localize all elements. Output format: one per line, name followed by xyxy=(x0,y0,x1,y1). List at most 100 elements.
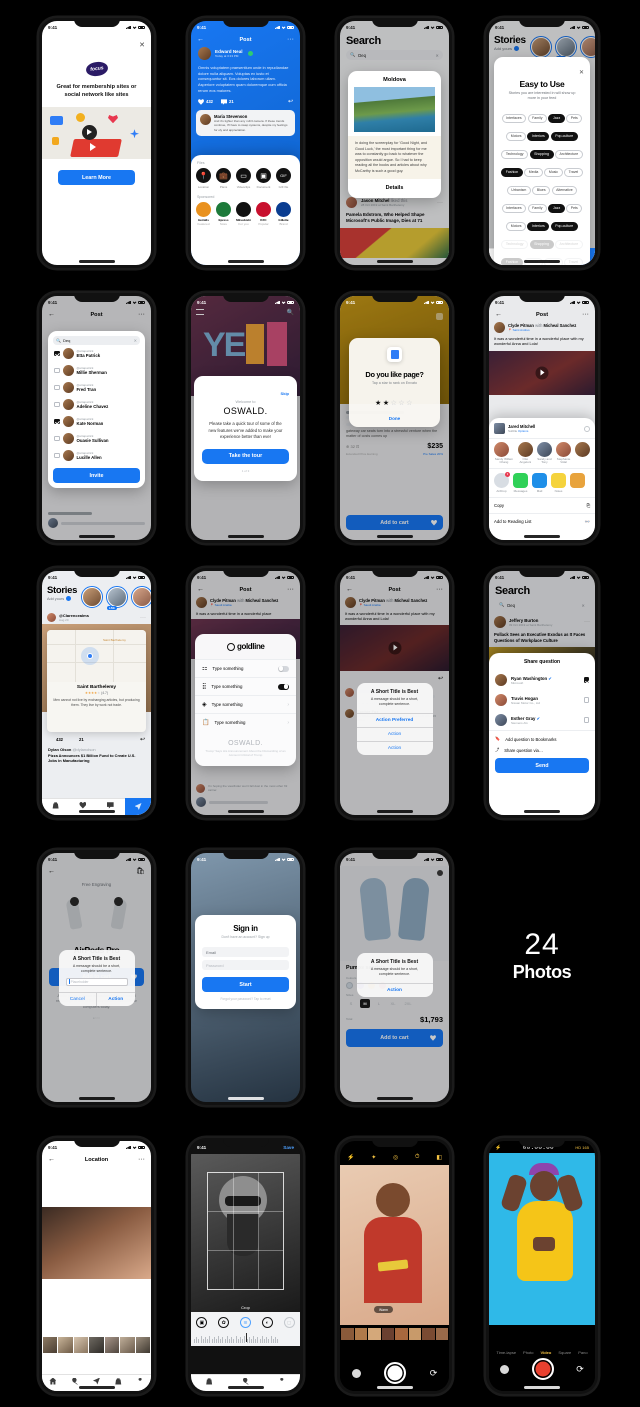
learn-more-button[interactable]: Learn More xyxy=(58,170,135,186)
interest-tag[interactable]: Architecture xyxy=(554,239,583,249)
invite-checkbox[interactable] xyxy=(54,435,60,442)
interest-tag[interactable]: Interiors xyxy=(527,221,550,231)
flash-icon[interactable]: ⚡ xyxy=(495,1145,501,1151)
screen-signin[interactable]: 9:41 here Lilly Sara Clarence Esther Roc… xyxy=(188,850,303,1105)
shutter-button[interactable] xyxy=(384,1362,407,1384)
settings-row[interactable]: ⚏ Type something xyxy=(195,659,296,677)
screen-location-feed[interactable]: 9:41 ← Location ··· xyxy=(39,1138,154,1394)
app-more[interactable] xyxy=(570,472,585,493)
close-icon[interactable]: ✕ xyxy=(139,42,145,49)
app-messages[interactable]: Messages xyxy=(513,472,528,493)
alert-action-2[interactable]: Action xyxy=(356,726,433,741)
interest-tag[interactable]: Travel xyxy=(564,257,583,265)
interest-tag[interactable]: Travel xyxy=(564,167,583,177)
ios-alert[interactable]: A Short Title is Best A message should b… xyxy=(356,683,433,755)
interests-modal[interactable]: ✕ Easy to Use Stories you are interested… xyxy=(494,57,590,265)
tab-home[interactable] xyxy=(49,1377,57,1385)
interest-tag[interactable]: Fashion xyxy=(501,257,523,265)
interest-tag[interactable]: Fashion xyxy=(501,167,523,177)
alert-action-3[interactable]: Action xyxy=(356,740,433,755)
settings-row[interactable]: ⣿ Type something xyxy=(195,677,296,695)
invite-row[interactable]: @ettapatrick Kate Norman xyxy=(53,413,140,430)
interest-tag[interactable]: Interfaces xyxy=(501,203,527,213)
contact[interactable] xyxy=(575,442,590,465)
interest-tag[interactable]: Pop-culture xyxy=(550,131,578,141)
recipient-checkbox[interactable] xyxy=(583,717,589,723)
attachment-videoclips[interactable]: ▭ Videoclips xyxy=(236,168,251,189)
adjust-icon[interactable]: ≋ xyxy=(239,1317,251,1328)
interest-tag[interactable]: Motors xyxy=(506,131,527,141)
share-contacts[interactable]: Sandy Willam Chang Otto Angeloni Sandy a… xyxy=(489,438,595,468)
screen-membership-promo[interactable]: 9:41 ✕ focus Great for membership sites … xyxy=(39,18,154,268)
interest-tag[interactable]: Jazz xyxy=(548,113,565,123)
filter-icon[interactable]: ✿ xyxy=(218,1317,230,1328)
like-button[interactable]: 432 xyxy=(198,99,213,105)
brand-gillette[interactable]: Gillette Brand xyxy=(276,201,291,226)
tab-profile[interactable] xyxy=(280,1377,284,1381)
viewfinder[interactable]: Warm xyxy=(340,1165,449,1325)
settings-rows[interactable]: ⚏ Type something ⣿ Type something ◈ Type some… xyxy=(195,659,296,731)
screen-rate-page[interactable]: 9:41 gateway car seats turn into a stres… xyxy=(337,293,452,543)
comment-button[interactable]: 21 xyxy=(221,99,234,105)
send-button[interactable]: Send xyxy=(495,758,589,773)
ios-alert-with-field[interactable]: A Short Title is Best A message should b… xyxy=(58,950,135,1006)
option-share-via[interactable]: ⤴ Share question via… xyxy=(489,747,595,758)
take-tour-button[interactable]: Take the tour xyxy=(202,448,289,464)
tab-profile[interactable] xyxy=(138,1377,142,1381)
share-options-link[interactable]: Options xyxy=(518,429,528,433)
app-airdrop[interactable]: 3 AirDrop xyxy=(494,471,510,493)
slider-marker[interactable] xyxy=(245,1333,247,1342)
attachment-gif[interactable]: GIF GIF file xyxy=(276,168,291,189)
interest-tag[interactable]: Pop-culture xyxy=(550,221,578,231)
brand-mitsubishi[interactable]: Mitsubishi For you xyxy=(236,201,251,226)
action-copy[interactable]: Copy ⎘ xyxy=(489,496,595,513)
post-media[interactable] xyxy=(489,350,595,395)
chevron-right-icon[interactable]: › xyxy=(287,702,289,708)
alert-action-preferred[interactable]: Action Preferred xyxy=(356,712,433,727)
crop-icon[interactable]: ▣ xyxy=(196,1317,208,1328)
back-icon[interactable]: ← xyxy=(495,311,502,318)
hdr-icon[interactable]: ✦ xyxy=(371,1154,376,1161)
star-4[interactable]: ☆ xyxy=(398,400,406,407)
password-field[interactable]: Password xyxy=(202,960,289,970)
flash-icon[interactable]: ⚡ xyxy=(347,1154,354,1161)
alert-cancel-button[interactable]: Cancel xyxy=(59,993,97,1006)
map-card[interactable]: Saint Barthelemy Saint Barthelemy ★★★★★ … xyxy=(47,630,146,732)
live-icon[interactable]: ◎ xyxy=(393,1154,398,1161)
clear-icon[interactable]: ✕ xyxy=(134,338,137,343)
slider-ruler[interactable] xyxy=(191,1333,300,1343)
like-button[interactable]: 432 xyxy=(48,737,63,743)
more-icon[interactable]: ··· xyxy=(287,36,294,43)
screen-stories-interests[interactable]: 9:41 Stories Add yours LIVE ✕ Easy to Us… xyxy=(486,18,598,268)
tab-shop[interactable] xyxy=(115,1378,122,1385)
interest-tag[interactable]: Interiors xyxy=(527,131,550,141)
skip-button[interactable]: Skip xyxy=(281,391,289,396)
crop-frame[interactable] xyxy=(207,1172,284,1290)
interest-tag[interactable]: Architecture xyxy=(554,149,583,159)
alert-text-field[interactable]: Placeholder xyxy=(65,977,128,986)
screen-shoes[interactable]: 9:41 Pumps sandals Colours Sizes S M L X… xyxy=(337,850,452,1105)
place-card[interactable]: Moldova In doing the screenplay for 'Goo… xyxy=(348,71,441,199)
story-avatar[interactable] xyxy=(81,586,104,608)
interest-tag[interactable]: Jazz xyxy=(548,203,565,213)
app-notes[interactable]: Notes xyxy=(551,472,566,493)
tab-search[interactable] xyxy=(242,1377,249,1385)
recipient-row[interactable]: Travis Hogan Nissan Motor Co., Ltd xyxy=(489,690,595,710)
tab-shop[interactable] xyxy=(206,1378,213,1385)
camera-modes[interactable]: Time-lapse Photo Video Square Pano xyxy=(489,1347,595,1355)
filter-icon[interactable]: ◧ xyxy=(436,1154,442,1161)
tab-messages[interactable] xyxy=(106,802,114,809)
invite-checkbox[interactable] xyxy=(54,401,60,408)
reply-icon[interactable]: ↩ xyxy=(288,98,293,105)
interest-tag[interactable]: Motors xyxy=(506,221,527,231)
screen-invite-people[interactable]: 9:41 ← Post ··· 🔍 Deq ✕ @ettapatrick Etta P… xyxy=(39,293,154,543)
photo-canvas[interactable]: Crop xyxy=(191,1154,300,1312)
attachment-location[interactable]: 📍 Location xyxy=(196,168,211,189)
save-button[interactable]: Save xyxy=(283,1145,294,1150)
invite-modal[interactable]: 🔍 Deq ✕ @ettapatrick Etta Patrick @ettapatr… xyxy=(48,331,145,488)
app-mail[interactable]: Mail xyxy=(532,472,547,493)
screen-airpods[interactable]: 9:41 ← 🛍 Free Engraving AirPods Pro $249… xyxy=(39,850,154,1105)
flip-camera-icon[interactable]: ⟳ xyxy=(430,1368,438,1379)
email-field[interactable]: Email xyxy=(202,947,289,957)
star-rating[interactable]: ★★☆☆☆ xyxy=(349,392,440,410)
